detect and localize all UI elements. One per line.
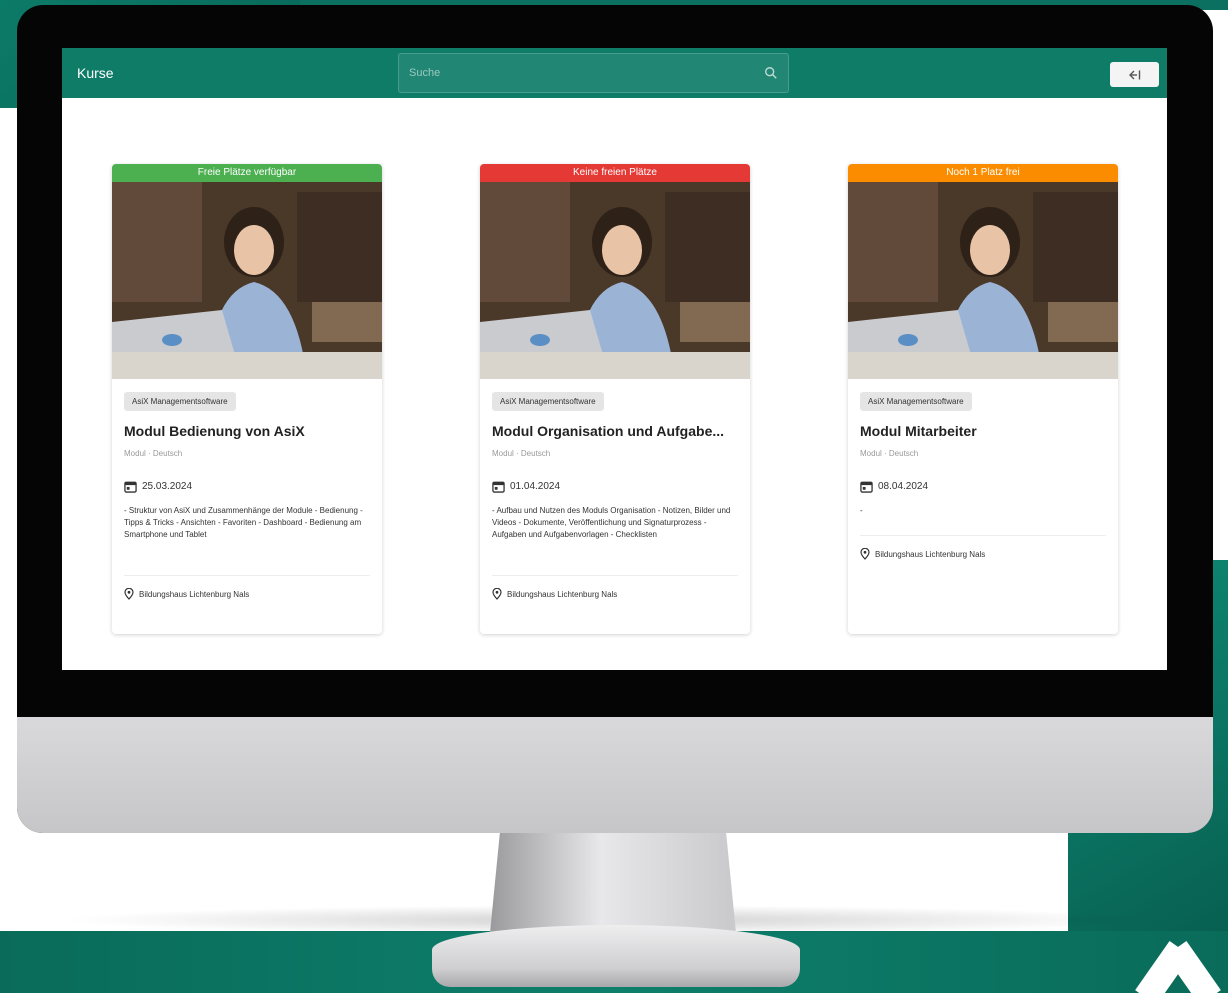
location-row: Bildungshaus Lichtenburg Nals: [492, 576, 738, 614]
monitor-chin: [17, 717, 1213, 833]
course-description: - Aufbau und Nutzen des Moduls Organisat…: [492, 506, 731, 539]
location-row: Bildungshaus Lichtenburg Nals: [860, 536, 1106, 574]
course-date: 01.04.2024: [510, 481, 561, 492]
category-chip: AsiX Managementsoftware: [124, 392, 236, 411]
course-meta: Modul · Deutsch: [860, 449, 919, 458]
app-title: Kurse: [77, 65, 114, 81]
course-meta: Modul · Deutsch: [492, 449, 551, 458]
course-meta: Modul · Deutsch: [124, 449, 183, 458]
course-date: 08.04.2024: [878, 481, 929, 492]
course-location: Bildungshaus Lichtenburg Nals: [507, 589, 618, 599]
calendar-icon: [124, 481, 137, 493]
location-pin-icon: [124, 588, 134, 600]
date-row: 01.04.2024: [492, 480, 738, 493]
brand-x-mark: [1118, 940, 1228, 993]
course-card[interactable]: Noch 1 Platz frei AsiX Managementsoftwar…: [848, 164, 1118, 634]
course-card[interactable]: Keine freien Plätze AsiX Managementsoftw…: [480, 164, 750, 634]
course-image: [112, 182, 382, 379]
course-photo-illustration: [480, 182, 750, 379]
availability-banner: Noch 1 Platz frei: [848, 164, 1118, 182]
calendar-icon: [860, 481, 873, 493]
course-photo-illustration: [112, 182, 382, 379]
availability-banner: Keine freien Plätze: [480, 164, 750, 182]
course-location: Bildungshaus Lichtenburg Nals: [875, 549, 986, 559]
search-bar[interactable]: [398, 53, 789, 93]
app-screen: Kurse Freie Plätze verfügbar: [62, 48, 1167, 670]
monitor-base: [432, 925, 800, 987]
category-chip: AsiX Managementsoftware: [492, 392, 604, 411]
course-photo-illustration: [848, 182, 1118, 379]
course-card[interactable]: Freie Plätze verfügbar AsiX Managementso…: [112, 164, 382, 634]
course-image: [848, 182, 1118, 379]
location-row: Bildungshaus Lichtenburg Nals: [124, 576, 370, 614]
location-pin-icon: [860, 548, 870, 560]
course-description: - Struktur von AsiX und Zusammenhänge de…: [124, 506, 363, 539]
logout-button[interactable]: [1110, 62, 1159, 87]
course-title: Modul Bedienung von AsiX: [124, 423, 305, 439]
search-input[interactable]: [409, 67, 764, 79]
availability-banner: Freie Plätze verfügbar: [112, 164, 382, 182]
date-row: 08.04.2024: [860, 480, 1106, 493]
course-image: [480, 182, 750, 379]
course-description: -: [860, 506, 863, 515]
calendar-icon: [492, 481, 505, 493]
date-row: 25.03.2024: [124, 480, 370, 493]
course-location: Bildungshaus Lichtenburg Nals: [139, 589, 250, 599]
category-chip: AsiX Managementsoftware: [860, 392, 972, 411]
course-title: Modul Mitarbeiter: [860, 423, 977, 439]
logout-icon: [1128, 70, 1140, 79]
app-bar: Kurse: [62, 48, 1167, 98]
location-pin-icon: [492, 588, 502, 600]
course-title: Modul Organisation und Aufgabe...: [492, 423, 725, 439]
search-icon[interactable]: [764, 66, 778, 80]
course-date: 25.03.2024: [142, 481, 193, 492]
monitor-stand: [490, 833, 736, 933]
